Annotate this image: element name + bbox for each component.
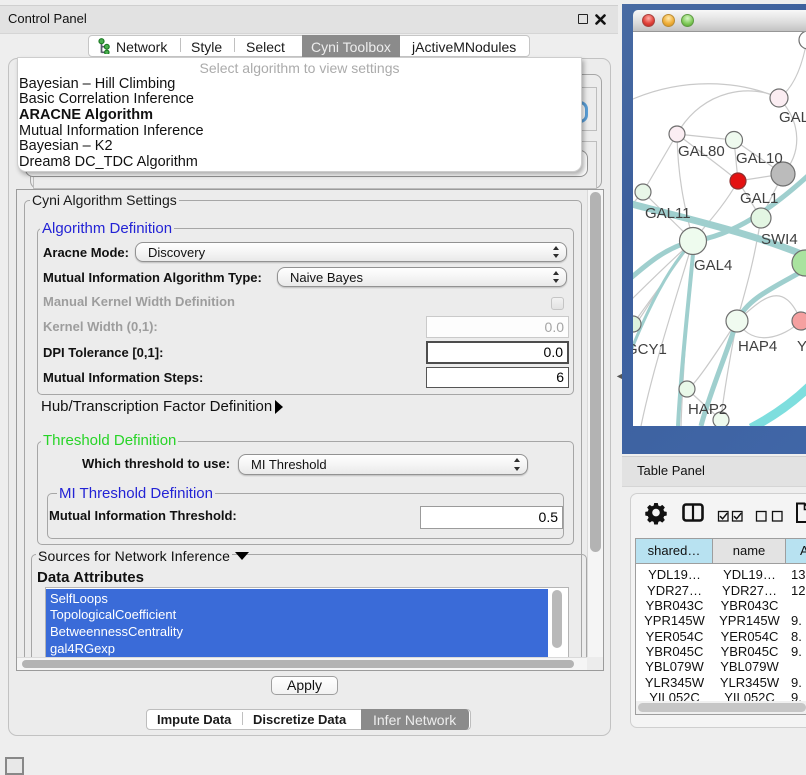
- svg-text:GAL11: GAL11: [645, 205, 691, 222]
- svg-text:Y: Y: [797, 338, 806, 355]
- svg-text:SWI4: SWI4: [761, 231, 798, 248]
- svg-text:HAP2: HAP2: [688, 401, 727, 418]
- svg-text:GAL80: GAL80: [678, 143, 725, 160]
- svg-text:GAL1: GAL1: [740, 190, 778, 207]
- svg-text:GAL7: GAL7: [779, 109, 806, 126]
- svg-text:GCY1: GCY1: [633, 341, 667, 358]
- svg-text:GAL4: GAL4: [694, 257, 732, 274]
- svg-text:HAP4: HAP4: [738, 338, 777, 355]
- svg-text:GAL10: GAL10: [736, 150, 783, 167]
